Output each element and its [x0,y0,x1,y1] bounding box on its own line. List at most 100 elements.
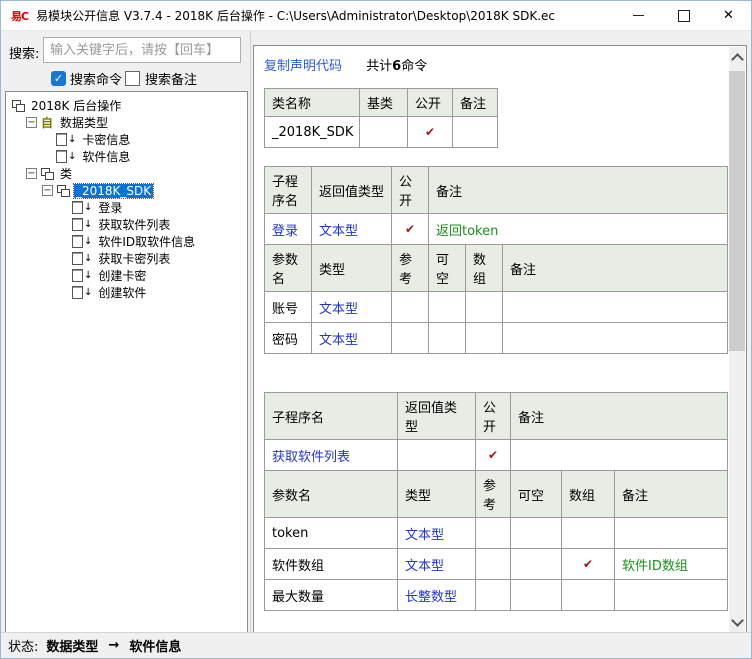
scroll-down-button[interactable] [729,614,745,630]
vertical-scrollbar[interactable] [729,47,745,632]
tree-item-get-card-list[interactable]: ↓ 获取卡密列表 [6,250,247,267]
collapse-expander-icon[interactable]: − [26,117,37,128]
byref-cell [476,518,511,549]
col-header-param-name: 参数名 [265,471,398,518]
tree-item-label: 登录 [96,199,124,216]
tree-item-software-info[interactable]: ↓ 软件信息 [6,148,247,165]
tree-item-label: 2018K 后台操作 [29,97,123,114]
col-header-type: 类型 [312,245,392,292]
close-button[interactable]: ✕ [706,1,751,30]
detail-content: 复制声明代码 共计6命令 类名称 基类 公开 备注 _2018K_SDK ✔ [254,46,729,633]
toolbar-row: 复制声明代码 共计6命令 [264,55,729,75]
down-arrow-icon: ↓ [84,219,92,230]
window-title: 易模块公开信息 V3.7.4 - 2018K 后台操作 - C:\Users\A… [36,7,616,24]
tree-item-label: 数据类型 [58,114,110,131]
tree-item-get-software-list[interactable]: ↓ 获取软件列表 [6,216,247,233]
tree-item-software-id-get-info[interactable]: ↓ 软件ID取软件信息 [6,233,247,250]
nullable-cell [511,549,562,580]
col-header-array: 数组 [562,471,615,518]
param-type-link[interactable]: 文本型 [398,549,476,580]
method-table-get-software-list: 子程序名 返回值类型 公开 备注 获取软件列表 ✔ 参数名 类型 参考 可空 数… [264,392,728,611]
tree-item-create-card[interactable]: ↓ 创建卡密 [6,267,247,284]
param-row: 账号 文本型 [265,292,728,323]
col-header-nullable: 可空 [511,471,562,518]
class-icon [41,168,54,180]
method-remark [511,440,728,471]
param-remark-cell: 软件ID数组 [615,549,728,580]
return-type-link[interactable]: 文本型 [312,214,392,245]
tree-item-label: 获取软件列表 [96,216,172,233]
module-tree: 2018K 后台操作 − 自 数据类型 ↓ 卡密信息 ↓ 软件信息 − 类 − … [5,91,248,634]
array-checkmark-icon: ✔ [562,549,615,580]
window-controls: ✕ [616,1,751,30]
minimize-button[interactable] [616,1,661,30]
app-icon: 易C [11,8,28,24]
col-header-base-class: 基类 [360,89,408,117]
collapse-expander-icon[interactable]: − [26,168,37,179]
scroll-up-button[interactable] [729,49,745,65]
tree-item-label: 创建软件 [96,284,148,301]
arrow-right-icon: → [108,638,119,653]
copy-declaration-link[interactable]: 复制声明代码 [264,59,342,74]
detail-panel: 复制声明代码 共计6命令 类名称 基类 公开 备注 _2018K_SDK ✔ [253,45,747,634]
tree-item-label-selected: _2018K_SDK [74,184,153,198]
status-from: 数据类型 [46,636,98,655]
tree-item-login[interactable]: ↓ 登录 [6,199,247,216]
command-count-number: 6 [392,59,401,74]
remark-cell [453,117,498,148]
param-row: 最大数量 长整数型 [265,580,728,611]
tree-item-label: 类 [58,165,74,182]
col-header-sub-name: 子程序名 [265,167,312,214]
tree-item-label: 创建卡密 [96,267,148,284]
minimize-icon [633,15,644,16]
maximize-button[interactable] [661,1,706,30]
method-doc-icon [72,252,83,265]
tree-item-label: 软件ID取软件信息 [96,233,197,250]
command-count-prefix: 共计 [366,59,392,74]
param-type-link[interactable]: 文本型 [312,292,392,323]
param-remark-cell [503,292,728,323]
col-header-byref: 参考 [476,471,511,518]
col-header-public: 公开 [408,89,453,117]
search-commands-checkbox[interactable]: ✓ 搜索命令 [51,67,122,89]
tree-item-create-software[interactable]: ↓ 创建软件 [6,284,247,301]
down-arrow-icon: ↓ [68,134,76,145]
search-remarks-checkbox[interactable]: 搜索备注 [125,67,197,89]
module-icon [12,100,25,112]
command-count: 共计6命令 [366,59,427,74]
tree-item-class-group[interactable]: − 类 [6,165,247,182]
method-name-link[interactable]: 登录 [265,214,312,245]
method-name-link[interactable]: 获取软件列表 [265,440,398,471]
method-header-row: 子程序名 返回值类型 公开 备注 [265,393,728,440]
close-icon: ✕ [723,9,734,22]
tree-item-2018k-sdk[interactable]: − _2018K_SDK [6,182,247,199]
method-table-login: 子程序名 返回值类型 公开 备注 登录 文本型 ✔ 返回token 参数名 类型… [264,166,728,354]
method-doc-icon [72,235,83,248]
byref-cell [392,323,429,354]
param-name-cell: 软件数组 [265,549,398,580]
array-cell [562,518,615,549]
param-type-link[interactable]: 文本型 [398,518,476,549]
param-type-link[interactable]: 文本型 [312,323,392,354]
title-bar: 易C 易模块公开信息 V3.7.4 - 2018K 后台操作 - C:\User… [1,1,751,31]
chevron-down-icon [731,614,744,627]
status-to: 软件信息 [129,636,181,655]
tree-item-card-info[interactable]: ↓ 卡密信息 [6,131,247,148]
param-remark-cell [503,323,728,354]
tree-item-root[interactable]: 2018K 后台操作 [6,97,247,114]
search-label: 搜索: [9,43,39,62]
col-header-remark: 备注 [453,89,498,117]
method-row: 获取软件列表 ✔ [265,440,728,471]
return-type-cell [398,440,476,471]
param-name-cell: token [265,518,398,549]
nullable-cell [511,580,562,611]
param-name-cell: 最大数量 [265,580,398,611]
param-type-link[interactable]: 长整数型 [398,580,476,611]
checkbox-unchecked-icon [125,71,140,86]
search-input[interactable] [43,37,241,63]
param-header-row: 参数名 类型 参考 可空 数组 备注 [265,245,728,292]
param-row: 密码 文本型 [265,323,728,354]
tree-item-data-types[interactable]: − 自 数据类型 [6,114,247,131]
scrollbar-thumb[interactable] [729,71,745,351]
collapse-expander-icon[interactable]: − [42,185,53,196]
